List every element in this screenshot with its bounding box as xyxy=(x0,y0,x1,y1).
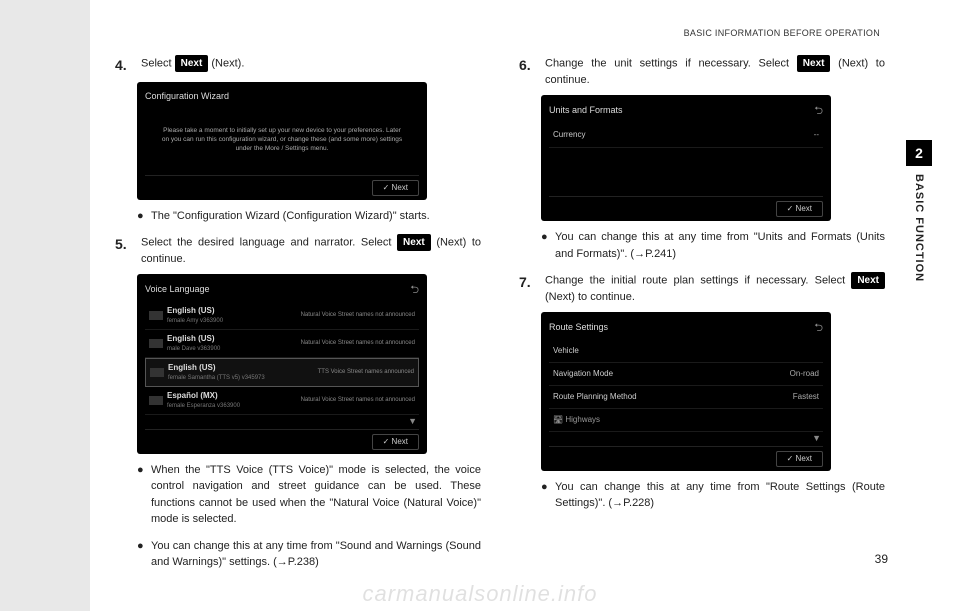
bullet-dot: ● xyxy=(137,208,145,225)
step-6: 6. Change the unit settings if necessary… xyxy=(519,55,885,89)
bullet-dot: ● xyxy=(541,229,549,262)
screen-title: Configuration Wizard xyxy=(145,90,229,104)
next-button-inline: Next xyxy=(175,55,209,72)
list-item-selected[interactable]: English (US) female Samantha (TTS v5) v3… xyxy=(145,358,419,387)
right-column: 6. Change the unit settings if necessary… xyxy=(519,55,885,581)
bullet: ● You can change this at any time from "… xyxy=(541,229,885,262)
list-item[interactable]: Español (MX) female Esperanza v363900 Na… xyxy=(145,387,419,415)
step-text: Change the unit settings if necessary. S… xyxy=(545,55,885,89)
config-wizard-screen: Configuration Wizard Please take a momen… xyxy=(137,82,427,200)
list-item[interactable]: Vehicle xyxy=(549,340,823,363)
step-number: 5. xyxy=(115,234,133,268)
screen-title: Route Settings xyxy=(549,321,608,335)
scroll-down-icon[interactable]: ▼ xyxy=(145,415,419,429)
step-number: 7. xyxy=(519,272,537,306)
scroll-down-icon[interactable]: ▼ xyxy=(549,432,823,446)
step-7: 7. Change the initial route plan setting… xyxy=(519,272,885,306)
step-number: 4. xyxy=(115,55,133,76)
step-4: 4. Select Next (Next). xyxy=(115,55,481,76)
next-button-inline: Next xyxy=(851,272,885,289)
list-item[interactable]: Currency -- xyxy=(549,123,823,148)
step-text: Select the desired language and narrator… xyxy=(141,234,481,268)
page-number: 39 xyxy=(875,552,888,566)
bullet-text: You can change this at any time from "Un… xyxy=(555,229,885,262)
screen-next-button[interactable]: ✓ Next xyxy=(776,451,823,467)
bullet-dot: ● xyxy=(541,479,549,512)
screen-next-button[interactable]: ✓ Next xyxy=(776,201,823,217)
list-item[interactable]: 🛣 Highways xyxy=(549,409,823,432)
step-number: 6. xyxy=(519,55,537,89)
bullet: ● You can change this at any time from "… xyxy=(541,479,885,512)
back-icon[interactable]: ⮌ xyxy=(814,320,823,337)
bullet-dot: ● xyxy=(137,462,145,528)
step-5: 5. Select the desired language and narra… xyxy=(115,234,481,268)
bullet-text: You can change this at any time from "So… xyxy=(151,538,481,571)
bullet: ● The "Configuration Wizard (Configurati… xyxy=(137,208,481,225)
bullet: ● You can change this at any time from "… xyxy=(137,538,481,571)
settings-list: Currency -- xyxy=(549,123,823,196)
chapter-number: 2 xyxy=(906,140,932,166)
watermark: carmanualsonline.info xyxy=(362,581,597,607)
page-header: BASIC INFORMATION BEFORE OPERATION xyxy=(684,28,880,38)
settings-list: Vehicle Navigation Mode On-road Route Pl… xyxy=(549,340,823,446)
units-formats-screen: Units and Formats ⮌ Currency -- ✓ Next xyxy=(541,95,831,222)
list-item[interactable]: Navigation Mode On-road xyxy=(549,363,823,386)
chapter-tab: 2 BASIC FUNCTION xyxy=(906,140,932,282)
next-button-inline: Next xyxy=(797,55,831,72)
bullet-text: The "Configuration Wizard (Configuration… xyxy=(151,208,481,225)
language-list: English (US) female Amy v363900 Natural … xyxy=(145,302,419,429)
left-column: 4. Select Next (Next). Configuration Wiz… xyxy=(115,55,481,581)
list-item[interactable]: English (US) female Amy v363900 Natural … xyxy=(145,302,419,330)
step-text: Select Next (Next). xyxy=(141,55,481,76)
next-button-inline: Next xyxy=(397,234,431,251)
screen-title: Voice Language xyxy=(145,283,210,297)
voice-language-screen: Voice Language ⮌ English (US) female Amy… xyxy=(137,274,427,454)
step-text: Change the initial route plan settings i… xyxy=(545,272,885,306)
bullet: ● When the "TTS Voice (TTS Voice)" mode … xyxy=(137,462,481,528)
list-item[interactable]: Route Planning Method Fastest xyxy=(549,386,823,409)
back-icon[interactable]: ⮌ xyxy=(410,282,419,299)
flag-icon xyxy=(149,339,163,348)
flag-icon xyxy=(149,311,163,320)
screen-title: Units and Formats xyxy=(549,104,623,118)
screen-body: Please take a moment to initially set up… xyxy=(145,108,419,175)
bullet-dot: ● xyxy=(137,538,145,571)
bullet-text: You can change this at any time from "Ro… xyxy=(555,479,885,512)
chapter-label: BASIC FUNCTION xyxy=(913,174,925,282)
bullet-text: When the "TTS Voice (TTS Voice)" mode is… xyxy=(151,462,481,528)
screen-next-button[interactable]: ✓ Next xyxy=(372,434,419,450)
left-margin-band xyxy=(0,0,90,611)
screen-next-button[interactable]: ✓ Next xyxy=(372,180,419,196)
list-item[interactable]: English (US) male Dave v363900 Natural V… xyxy=(145,330,419,358)
route-settings-screen: Route Settings ⮌ Vehicle Navigation Mode… xyxy=(541,312,831,471)
back-icon[interactable]: ⮌ xyxy=(814,103,823,120)
flag-icon xyxy=(150,368,164,377)
flag-icon xyxy=(149,396,163,405)
